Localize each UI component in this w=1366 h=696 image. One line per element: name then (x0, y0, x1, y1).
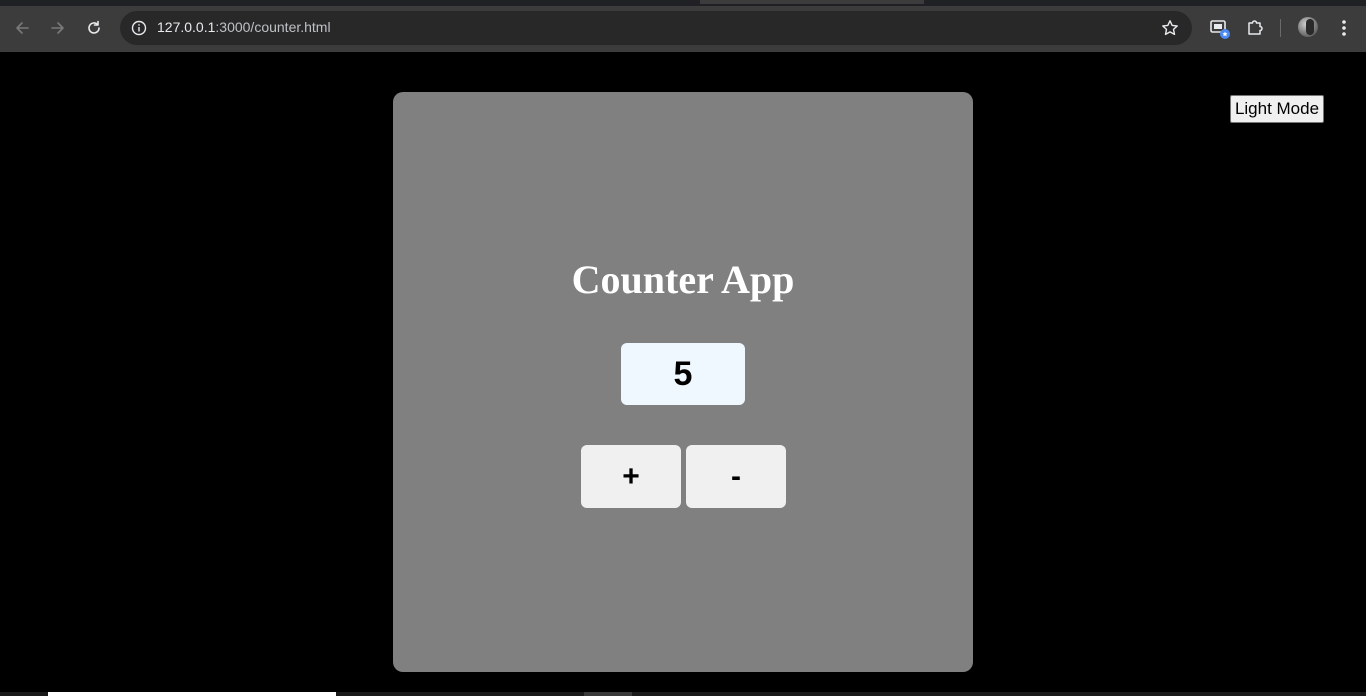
kebab-menu-icon[interactable] (1332, 16, 1356, 40)
count-display: 5 (621, 343, 745, 405)
increment-button[interactable]: + (581, 445, 681, 508)
url-path: :3000/counter.html (215, 19, 331, 35)
arrow-left-icon (14, 20, 30, 36)
url-text: 127.0.0.1:3000/counter.html (157, 19, 331, 35)
back-button[interactable] (8, 14, 36, 42)
url-host: 127.0.0.1 (157, 19, 216, 35)
reload-icon (86, 20, 102, 36)
screen-share-icon[interactable] (1208, 16, 1232, 40)
page-body: Light Mode Counter App 5 + - (0, 52, 1366, 696)
counter-card: Counter App 5 + - (393, 92, 973, 672)
taskbar-segment (584, 692, 632, 696)
star-icon[interactable] (1160, 18, 1180, 38)
forward-button[interactable] (44, 14, 72, 42)
taskbar-active-segment (48, 692, 336, 696)
light-mode-button[interactable]: Light Mode (1230, 95, 1324, 123)
address-bar[interactable]: 127.0.0.1:3000/counter.html (120, 11, 1192, 45)
browser-toolbar: 127.0.0.1:3000/counter.html (0, 0, 1366, 52)
avatar[interactable] (1298, 17, 1318, 37)
toolbar-divider (1280, 19, 1281, 37)
taskbar-strip (0, 692, 1366, 696)
info-icon[interactable] (128, 17, 150, 39)
puzzle-icon[interactable] (1243, 16, 1267, 40)
decrement-button[interactable]: - (686, 445, 786, 508)
arrow-right-icon (50, 20, 66, 36)
tab-strip (0, 0, 1366, 6)
page-title: Counter App (571, 257, 795, 302)
active-tab-edge[interactable] (700, 0, 924, 4)
reload-button[interactable] (80, 14, 108, 42)
